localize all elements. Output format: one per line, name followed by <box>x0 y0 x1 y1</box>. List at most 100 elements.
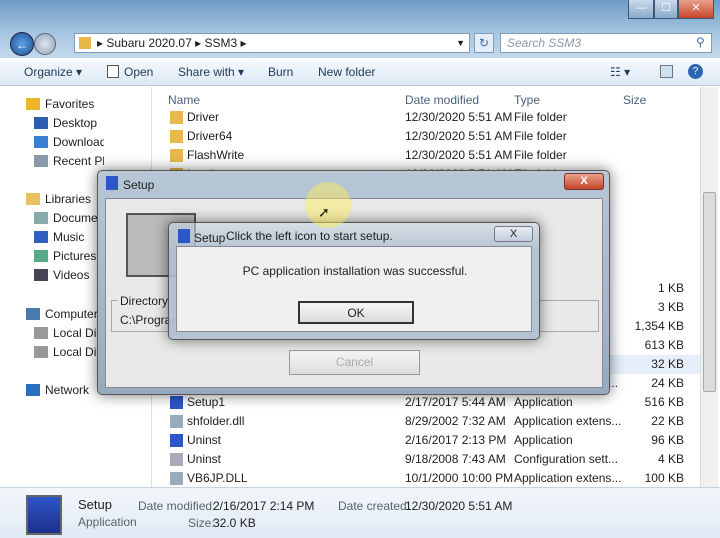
disk-icon <box>34 346 48 358</box>
setup-app-icon <box>170 396 183 409</box>
file-type: Application extens... <box>514 414 622 428</box>
instruction-text: Click the left icon to start setup. <box>226 229 393 243</box>
search-input[interactable]: Search SSM3 <box>500 33 712 53</box>
column-size[interactable]: Size <box>623 93 646 107</box>
file-type: Configuration sett... <box>514 452 619 466</box>
selected-name: Setup <box>78 497 112 512</box>
sidebar-item[interactable]: Network <box>26 383 89 397</box>
column-date[interactable]: Date modified <box>405 93 479 107</box>
config-icon <box>170 453 183 466</box>
dialog-close-button[interactable]: X <box>494 226 533 242</box>
sidebar-item-label: Music <box>53 230 85 244</box>
breadcrumb-item[interactable]: SSM3 <box>204 36 237 50</box>
file-row[interactable]: Setup1 2/17/2017 5:44 AM Application 516… <box>160 393 700 412</box>
file-row[interactable]: Driver64 12/30/2020 5:51 AM File folder <box>160 127 700 146</box>
burn-button[interactable]: Burn <box>268 65 293 79</box>
file-date: 2/16/2017 2:13 PM <box>405 433 507 447</box>
organize-button[interactable]: Organize ▾ <box>24 65 82 79</box>
file-size: 613 KB <box>644 338 684 352</box>
sidebar-item-label: Downloads <box>53 135 104 149</box>
library-icon <box>26 193 40 205</box>
open-icon <box>107 65 119 78</box>
help-icon[interactable]: ? <box>688 64 703 79</box>
refresh-icon[interactable]: ↻ <box>474 33 494 53</box>
file-name: FlashWrite <box>187 148 245 162</box>
sidebar-item[interactable]: Libraries <box>26 192 91 206</box>
recent-icon <box>34 155 48 167</box>
file-row[interactable]: VB6JP.DLL 10/1/2000 10:00 PM Application… <box>160 469 700 488</box>
file-date: 10/1/2000 10:00 PM <box>405 471 514 485</box>
sidebar-item[interactable]: Pictures <box>34 249 104 263</box>
chevron-down-icon[interactable]: ▼ <box>456 34 465 52</box>
command-bar: Organize ▾ Open Share with ▾ Burn New fo… <box>0 59 720 86</box>
file-type: File folder <box>514 110 567 124</box>
sidebar-item-label: Videos <box>53 268 90 282</box>
file-name: shfolder.dll <box>187 414 245 428</box>
dll-icon <box>170 472 183 485</box>
sidebar-item[interactable]: Local Disk <box>34 345 104 359</box>
new-folder-button[interactable]: New folder <box>318 65 375 79</box>
file-date: 9/18/2008 7:43 AM <box>405 452 506 466</box>
sidebar-item[interactable]: Music <box>34 230 104 244</box>
music-icon <box>34 231 48 243</box>
computer-icon <box>26 308 40 320</box>
created-value: 12/30/2020 5:51 AM <box>405 499 513 513</box>
breadcrumb-item[interactable]: Subaru 2020.07 <box>106 36 191 50</box>
sidebar-item[interactable]: Favorites <box>26 97 94 111</box>
sidebar-item-label: Libraries <box>45 192 92 206</box>
sidebar-item[interactable]: Downloads <box>34 135 104 149</box>
close-button[interactable]: ✕ <box>678 0 714 19</box>
sidebar-item-label: Network <box>45 383 90 397</box>
documents-icon <box>34 212 48 224</box>
column-type[interactable]: Type <box>514 93 540 107</box>
open-button[interactable]: Open <box>124 65 153 79</box>
sidebar-item[interactable]: Videos <box>34 268 104 282</box>
scrollbar[interactable] <box>700 87 718 487</box>
desktop-icon <box>34 117 48 129</box>
file-row[interactable]: Uninst 9/18/2008 7:43 AM Configuration s… <box>160 450 700 469</box>
sidebar-item[interactable]: Local Disk <box>34 326 104 340</box>
file-size: 22 KB <box>651 414 684 428</box>
downloads-icon <box>34 136 48 148</box>
dialog-close-button[interactable]: X <box>564 173 604 190</box>
preview-pane-icon[interactable] <box>660 65 673 78</box>
file-date: 12/30/2020 5:51 AM <box>405 129 513 143</box>
network-icon <box>26 384 40 396</box>
view-options-icon[interactable]: ☷ ▾ <box>610 65 630 79</box>
file-name: Uninst <box>187 452 222 466</box>
file-size: 32 KB <box>651 357 684 371</box>
label: Date created: <box>338 499 411 513</box>
scrollbar-thumb[interactable] <box>703 192 716 392</box>
minimize-button[interactable]: — <box>628 0 654 19</box>
share-with-button[interactable]: Share with ▾ <box>178 65 244 79</box>
sidebar-item[interactable]: Recent Places <box>34 154 104 168</box>
sidebar-item-label: Pictures <box>53 249 97 263</box>
maximize-button[interactable]: ☐ <box>654 0 678 19</box>
disk-icon <box>34 327 48 339</box>
file-row[interactable]: Uninst 2/16/2017 2:13 PM Application 96 … <box>160 431 700 450</box>
details-pane: Setup Application Date modified: 2/16/20… <box>0 487 720 538</box>
back-button[interactable]: ← <box>10 32 34 56</box>
file-type: Application <box>514 395 573 409</box>
file-row[interactable]: Driver 12/30/2020 5:51 AM File folder <box>160 108 700 127</box>
folder-icon <box>170 130 183 143</box>
ok-button[interactable]: OK <box>298 301 414 324</box>
forward-button[interactable] <box>34 33 56 55</box>
file-row[interactable]: shfolder.dll 8/29/2002 7:32 AM Applicati… <box>160 412 700 431</box>
sidebar-item[interactable]: Desktop <box>34 116 104 130</box>
file-type: Application extens... <box>514 471 622 485</box>
column-name[interactable]: Name <box>168 93 200 107</box>
file-size: 24 KB <box>651 376 684 390</box>
file-type: File folder <box>514 129 567 143</box>
file-size: 1 KB <box>657 281 684 295</box>
dialog-title: Setup <box>194 231 226 245</box>
search-icon[interactable]: ⚲ <box>696 35 705 49</box>
file-date: 12/30/2020 5:51 AM <box>405 110 513 124</box>
cancel-button[interactable]: Cancel <box>289 350 420 375</box>
address-bar[interactable]: ▸ Subaru 2020.07 ▸ SSM3 ▸ ▼ <box>74 33 470 53</box>
sidebar-item[interactable]: Computer <box>26 307 98 321</box>
sidebar-item-label: Recent Places <box>53 154 104 168</box>
videos-icon <box>34 269 48 281</box>
file-row[interactable]: FlashWrite 12/30/2020 5:51 AM File folde… <box>160 146 700 165</box>
sidebar-item[interactable]: Documents <box>34 211 104 225</box>
